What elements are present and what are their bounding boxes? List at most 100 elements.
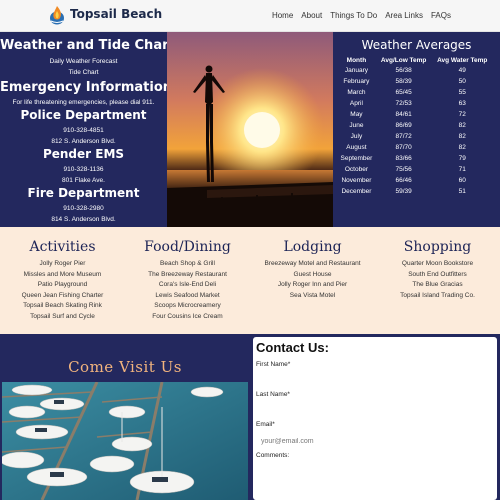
section-item-link[interactable]: South End Outfitters [375, 270, 500, 281]
nav-faqs[interactable]: FAQs [431, 11, 451, 20]
section-item-link[interactable]: Lewis Seafood Market [125, 291, 250, 302]
month-cell: January [344, 67, 368, 74]
section-title: Activities [29, 239, 96, 255]
nav-about[interactable]: About [301, 11, 322, 20]
month-cell: September [340, 155, 373, 162]
nav-things-to-do[interactable]: Things To Do [330, 11, 377, 20]
section-title: Lodging [283, 239, 342, 255]
water-temp-cell: 82 [458, 144, 466, 151]
weather-averages-panel: Weather Averages Month Avg/Low Temp Avg … [333, 32, 500, 227]
water-temp-cell: 55 [458, 89, 466, 96]
section-item-link[interactable]: Jolly Roger Inn and Pier [250, 280, 375, 291]
water-temp-cell: 82 [458, 133, 466, 140]
avg-low-temp-cell: 87/72 [395, 133, 412, 140]
visit-title: Come Visit Us [68, 358, 182, 376]
tide-chart-link[interactable]: Tide Chart [0, 67, 167, 78]
section-item-link[interactable]: The Blue Gracias [375, 280, 500, 291]
section-item-link[interactable]: Patio Playground [0, 280, 125, 291]
month-cell: February [343, 78, 370, 85]
police-address: 812 S. Anderson Blvd. [51, 138, 116, 145]
weather-tide-title: Weather and Tide Chart [0, 38, 175, 53]
daily-forecast-link[interactable]: Daily Weather Forecast [0, 56, 167, 67]
section-item-link[interactable]: Quarter Moon Bookstore [375, 259, 500, 270]
site-header: Topsail Beach Home About Things To Do Ar… [0, 0, 500, 32]
weather-row: January 56/38 49 [337, 65, 493, 76]
avg-low-temp-cell: 58/39 [395, 78, 412, 85]
water-temp-cell: 50 [458, 78, 466, 85]
section-item-link[interactable]: The Breezeway Restaurant [125, 270, 250, 281]
section-item-link[interactable]: Missles and More Museum [0, 270, 125, 281]
weather-row: August 87/70 82 [337, 142, 493, 153]
last-name-label: Last Name* [256, 391, 290, 398]
section-item-link[interactable]: Jolly Roger Pier [0, 259, 125, 270]
section-item-link[interactable]: Beach Shop & Grill [125, 259, 250, 270]
fire-phone: 910-328-2980 [63, 205, 104, 212]
avg-low-temp-cell: 72/53 [395, 100, 412, 107]
email-input[interactable] [256, 434, 492, 448]
food-dining-column: Food/Dining Beach Shop & Grill The Breezew… [125, 239, 250, 322]
last-name-input[interactable] [256, 401, 492, 415]
section-item-link[interactable]: Queen Jean Fishing Charter [0, 291, 125, 302]
water-temp-cell: 49 [458, 67, 466, 74]
section-item-link[interactable]: Four Cousins Ice Cream [125, 312, 250, 323]
section-item-link[interactable]: Cora's Isle-End Deli [125, 280, 250, 291]
main-nav: Home About Things To Do Area Links FAQs [272, 11, 451, 20]
comments-label: Comments: [256, 452, 290, 459]
section-title: Shopping [403, 239, 472, 255]
section-title: Food/Dining [144, 239, 231, 255]
comments-textarea[interactable] [256, 462, 492, 496]
month-cell: April [349, 100, 363, 107]
water-temp-cell: 51 [458, 188, 466, 195]
fire-address: 814 S. Anderson Blvd. [51, 216, 116, 223]
section-item-link[interactable]: Topsail Island Trading Co. [375, 291, 500, 302]
month-cell: October [344, 166, 368, 173]
weather-row: February 58/39 50 [337, 76, 493, 87]
month-cell: November [341, 177, 372, 184]
avg-low-temp-cell: 56/38 [395, 67, 412, 74]
avg-low-temp-cell: 75/56 [395, 166, 412, 173]
email-label: Email* [256, 421, 275, 428]
avg-low-temp-cell: 87/70 [395, 144, 412, 151]
month-cell: March [347, 89, 366, 96]
info-panel: Weather and Tide Chart Daily Weather For… [0, 32, 175, 227]
shopping-column: Shopping Quarter Moon Bookstore South End … [375, 239, 500, 301]
sunset-photo [167, 32, 333, 227]
month-cell: May [350, 111, 363, 118]
month-cell: August [346, 144, 367, 151]
weather-averages-title: Weather Averages [361, 38, 472, 52]
weather-row: December 59/39 51 [337, 186, 493, 197]
water-temp-cell: 63 [458, 100, 466, 107]
police-phone: 910-328-4851 [63, 127, 104, 134]
fire-title: Fire Department [27, 186, 140, 200]
flame-logo-icon[interactable] [49, 5, 65, 25]
weather-row: June 86/69 82 [337, 120, 493, 131]
activities-column: Activities Jolly Roger Pier Missles and Mo… [0, 239, 125, 322]
avg-low-temp-cell: 66/46 [395, 177, 412, 184]
header-avg-low-temp: Avg/Low Temp [380, 57, 427, 64]
harbor-photo [2, 382, 248, 500]
header-month: Month [346, 57, 367, 64]
weather-row: July 87/72 82 [337, 131, 493, 142]
avg-low-temp-cell: 65/45 [395, 89, 412, 96]
ems-address: 801 Flake Ave. [62, 177, 105, 184]
weather-row: September 83/66 79 [337, 153, 493, 164]
weather-row: November 66/46 60 [337, 175, 493, 186]
section-item-link[interactable]: Sea Vista Motel [250, 291, 375, 302]
first-name-input[interactable] [256, 371, 492, 385]
water-temp-cell: 71 [458, 166, 466, 173]
section-item-link[interactable]: Topsail Surf and Cycle [0, 312, 125, 323]
police-title: Police Department [20, 108, 147, 122]
nav-area-links[interactable]: Area Links [385, 11, 423, 20]
brand-name[interactable]: Topsail Beach [70, 7, 162, 21]
section-item-link[interactable]: Topsail Beach Skating Rink [0, 301, 125, 312]
section-item-link[interactable]: Scoops Microcreamery [125, 301, 250, 312]
nav-home[interactable]: Home [272, 11, 293, 20]
section-item-link[interactable]: Guest House [250, 270, 375, 281]
water-temp-cell: 72 [458, 111, 466, 118]
weather-table: Month Avg/Low Temp Avg Water Temp Januar… [337, 56, 493, 197]
header-avg-water-temp: Avg Water Temp [437, 57, 488, 64]
first-name-label: First Name* [256, 361, 291, 368]
section-item-link[interactable]: Breezeway Motel and Restaurant [250, 259, 375, 270]
emergency-title: Emergency Information [0, 80, 173, 95]
ems-phone: 910-328-1136 [63, 166, 104, 173]
